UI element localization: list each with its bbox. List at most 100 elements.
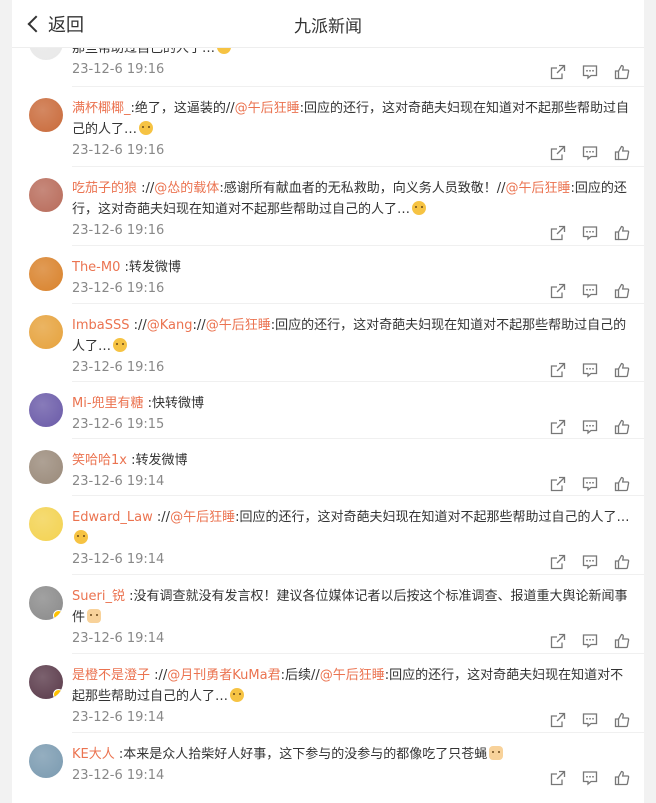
avatar[interactable] <box>29 586 63 620</box>
timestamp: 23-12-6 19:16 <box>72 223 165 238</box>
comment-actions <box>550 419 630 435</box>
mention-link[interactable]: @午后狂睡 <box>235 101 300 116</box>
avatar[interactable] <box>29 315 63 349</box>
username-link[interactable]: KE大人 <box>72 747 115 762</box>
timestamp: 23-12-6 19:14 <box>72 710 165 725</box>
avatar[interactable] <box>29 450 63 484</box>
comment-icon[interactable] <box>582 283 598 299</box>
comment-feed[interactable]: 那些帮助过自己的人了… 23-12-6 19:16 满杯椰椰_:绝了，这逼装的//@… <box>12 0 644 803</box>
comment-icon[interactable] <box>582 633 598 649</box>
timestamp: 23-12-6 19:14 <box>72 768 165 783</box>
like-icon[interactable] <box>614 64 630 80</box>
comment-text: 满杯椰椰_:绝了，这逼装的//@午后狂睡:回应的还行，这对奇葩夫妇现在知道对不起… <box>72 98 632 140</box>
mention-link[interactable]: @午后狂睡 <box>206 318 271 333</box>
like-icon[interactable] <box>614 362 630 378</box>
like-icon[interactable] <box>614 712 630 728</box>
comment-text: 是橙不是澄子 ://@月刊勇者KuMa君:后续//@午后狂睡:回应的还行，这对奇… <box>72 665 632 707</box>
share-icon[interactable] <box>550 770 566 786</box>
avatar[interactable] <box>29 257 63 291</box>
comment-icon[interactable] <box>582 419 598 435</box>
username-link[interactable]: Mi-兜里有糖 <box>72 396 144 411</box>
divider <box>72 732 644 733</box>
timestamp: 23-12-6 19:14 <box>72 631 165 646</box>
avatar[interactable] <box>29 744 63 778</box>
comment-text: Mi-兜里有糖 :快转微博 <box>72 393 632 414</box>
avatar[interactable] <box>29 98 63 132</box>
cat-emoji-icon <box>139 121 154 135</box>
like-icon[interactable] <box>614 476 630 492</box>
mention-link[interactable]: @午后狂睡 <box>170 510 235 525</box>
comment-body: :转发微博 <box>126 453 188 468</box>
comment-body: :// <box>150 668 168 683</box>
comment-body: :// <box>129 318 147 333</box>
share-icon[interactable] <box>550 419 566 435</box>
comment-icon[interactable] <box>582 225 598 241</box>
comment-actions <box>550 476 630 492</box>
comment-text: Edward_Law ://@午后狂睡:回应的还行，这对奇葩夫妇现在知道对不起那… <box>72 507 632 549</box>
divider <box>72 438 644 439</box>
comment-icon[interactable] <box>582 770 598 786</box>
avatar[interactable] <box>29 393 63 427</box>
header-bar: 返回 九派新闻 <box>12 0 644 48</box>
timestamp: 23-12-6 19:16 <box>72 360 165 375</box>
avatar[interactable] <box>29 665 63 699</box>
like-icon[interactable] <box>614 554 630 570</box>
share-icon[interactable] <box>550 225 566 241</box>
cat-emoji-icon <box>230 688 245 702</box>
username-link[interactable]: 满杯椰椰_ <box>72 101 131 116</box>
mention-link[interactable]: @Kang <box>147 318 193 333</box>
comment-text: KE大人 :本来是众人拾柴好人好事，这下参与的没参与的都像吃了只苍蝇 <box>72 744 632 765</box>
timestamp: 23-12-6 19:14 <box>72 552 165 567</box>
share-icon[interactable] <box>550 283 566 299</box>
comment-body: :本来是众人拾柴好人好事，这下参与的没参与的都像吃了只苍蝇 <box>114 747 488 762</box>
share-icon[interactable] <box>550 64 566 80</box>
like-icon[interactable] <box>614 770 630 786</box>
comment-icon[interactable] <box>582 554 598 570</box>
comment-icon[interactable] <box>582 64 598 80</box>
like-icon[interactable] <box>614 283 630 299</box>
mention-link[interactable]: @怂的载体 <box>154 181 219 196</box>
divider <box>72 303 644 304</box>
avatar[interactable] <box>29 507 63 541</box>
avatar[interactable] <box>29 178 63 212</box>
share-icon[interactable] <box>550 712 566 728</box>
comment-body: :后续// <box>280 668 320 683</box>
comment-actions <box>550 64 630 80</box>
like-icon[interactable] <box>614 633 630 649</box>
comment-icon[interactable] <box>582 712 598 728</box>
verified-badge-icon <box>53 610 63 620</box>
share-icon[interactable] <box>550 554 566 570</box>
divider <box>72 166 644 167</box>
mention-link[interactable]: @午后狂睡 <box>505 181 570 196</box>
comment-text: ImbaSSS ://@Kang://@午后狂睡:回应的还行，这对奇葩夫妇现在知… <box>72 315 632 357</box>
timestamp: 23-12-6 19:14 <box>72 474 165 489</box>
share-icon[interactable] <box>550 633 566 649</box>
comment-icon[interactable] <box>582 476 598 492</box>
divider <box>72 381 644 382</box>
like-icon[interactable] <box>614 419 630 435</box>
mention-link[interactable]: @午后狂睡 <box>320 668 385 683</box>
comment-text: 吃茄子的狼 ://@怂的载体:感谢所有献血者的无私救助，向义务人员致敬！//@午… <box>72 178 632 220</box>
username-link[interactable]: Edward_Law <box>72 510 153 525</box>
username-link[interactable]: The-M0 <box>72 260 120 275</box>
username-link[interactable]: 吃茄子的狼 <box>72 181 137 196</box>
verified-badge-icon <box>53 689 63 699</box>
like-icon[interactable] <box>614 225 630 241</box>
share-icon[interactable] <box>550 145 566 161</box>
username-link[interactable]: 是橙不是澄子 <box>72 668 150 683</box>
comment-icon[interactable] <box>582 362 598 378</box>
username-link[interactable]: 笑哈哈1x <box>72 453 127 468</box>
username-link[interactable]: ImbaSSS <box>72 318 129 333</box>
like-icon[interactable] <box>614 145 630 161</box>
divider <box>72 574 644 575</box>
username-link[interactable]: Sueri_锐 <box>72 589 125 604</box>
comment-actions <box>550 770 630 786</box>
comment-body: :没有调查就没有发言权！建议各位媒体记者以后按这个标准调查、报道重大舆论新闻事件 <box>72 589 628 625</box>
share-icon[interactable] <box>550 476 566 492</box>
mention-link[interactable]: @月刊勇者KuMa君 <box>167 668 280 683</box>
comment-icon[interactable] <box>582 145 598 161</box>
comment-text: Sueri_锐 :没有调查就没有发言权！建议各位媒体记者以后按这个标准调查、报道… <box>72 586 632 628</box>
hand-emoji-icon <box>489 746 504 760</box>
share-icon[interactable] <box>550 362 566 378</box>
comment-text: 笑哈哈1x :转发微博 <box>72 450 632 471</box>
